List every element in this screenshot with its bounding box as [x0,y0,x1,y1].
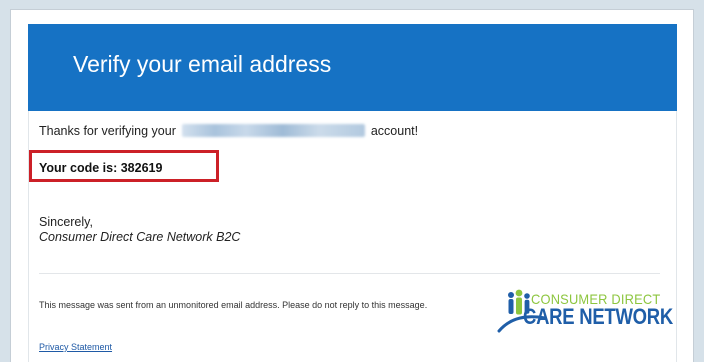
email-header: Verify your email address [28,24,677,111]
email-content: Thanks for verifying your account! Your c… [28,111,677,362]
unmonitored-notice: This message was sent from an unmonitore… [39,300,428,310]
footer-divider [39,273,660,274]
company-logo: CONSUMER DIRECT CARE NETWORK [497,287,673,337]
email-card: Verify your email address Thanks for ver… [10,9,694,362]
sign-off: Sincerely, [39,215,93,229]
thanks-line: Thanks for verifying your account! [39,124,418,138]
redacted-email-address [181,124,365,137]
verification-code: Your code is: 382619 [39,161,163,175]
logo-line-bottom: CARE NETWORK [523,304,673,329]
thanks-prefix: Thanks for verifying your [39,124,176,138]
signature: Consumer Direct Care Network B2C [39,230,241,244]
privacy-statement-link[interactable]: Privacy Statement [39,342,112,352]
email-title: Verify your email address [73,51,332,77]
thanks-suffix: account! [370,124,419,138]
